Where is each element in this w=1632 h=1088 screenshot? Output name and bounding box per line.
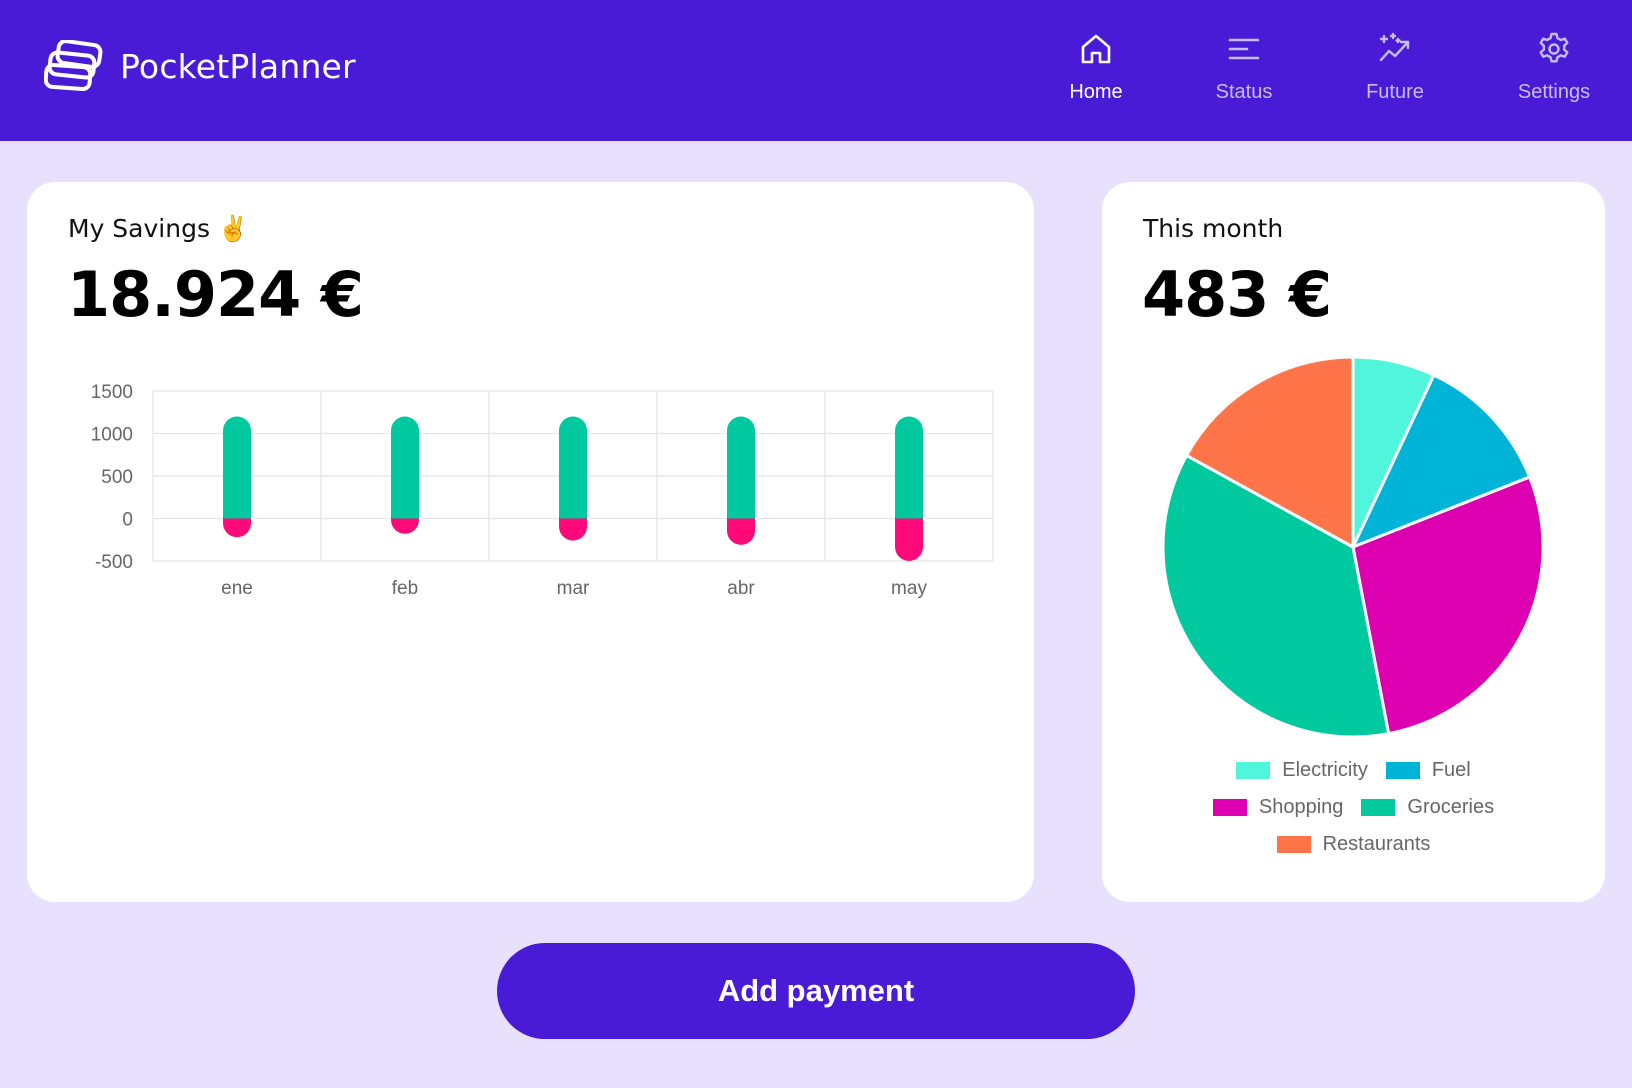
month-card: This month 483 € Electricity Fuel Shopping…	[1102, 182, 1605, 902]
legend-swatch	[1276, 836, 1311, 853]
bar-expense	[895, 518, 923, 561]
bar-income	[895, 416, 923, 519]
legend-row: Shopping Groceries	[1102, 789, 1605, 826]
legend-swatch	[1361, 799, 1396, 816]
status-icon	[1228, 38, 1260, 60]
legend-swatch	[1236, 762, 1271, 779]
legend-item[interactable]: Shopping	[1212, 796, 1344, 819]
legend-label: Shopping	[1258, 796, 1344, 818]
main-nav: Home Status Future Settings	[0, 30, 1632, 120]
legend-item[interactable]: Fuel	[1385, 759, 1471, 782]
legend-label: Restaurants	[1322, 833, 1431, 855]
x-tick-label: abr	[727, 578, 755, 599]
top-bar: PocketPlanner Home Status Future Setting…	[0, 0, 1632, 141]
bar-expense	[559, 518, 587, 541]
bar-expense	[223, 518, 251, 538]
legend-item[interactable]: Groceries	[1361, 796, 1494, 819]
bar-expense	[727, 518, 755, 545]
nav-status-label: Status	[1215, 81, 1273, 103]
gear-icon	[1539, 32, 1569, 63]
bar-income	[391, 416, 419, 519]
legend-swatch	[1212, 799, 1247, 816]
y-tick-label: 500	[101, 467, 133, 488]
nav-status[interactable]: Status	[1169, 30, 1319, 120]
legend-row: Restaurants	[1102, 826, 1605, 863]
bar-income	[223, 416, 251, 519]
y-tick-label: 0	[122, 510, 133, 531]
y-tick-label: 1000	[91, 425, 133, 446]
bar-expense	[391, 518, 419, 534]
future-icon	[1379, 32, 1410, 62]
legend-label: Groceries	[1407, 796, 1495, 818]
legend-item[interactable]: Restaurants	[1276, 833, 1431, 856]
expenses-pie-chart	[1161, 355, 1545, 739]
savings-card: My Savings ✌️ 18.924 € 1500 1000 500 0 -500 e…	[27, 182, 1034, 902]
x-tick-label: feb	[392, 578, 418, 599]
legend-swatch	[1385, 762, 1420, 779]
x-tick-label: mar	[557, 578, 590, 599]
nav-settings-label: Settings	[1517, 81, 1591, 103]
pie-legend: Electricity Fuel Shopping Groceries Restaura…	[1102, 752, 1605, 863]
home-icon	[1081, 34, 1111, 64]
y-tick-label: -500	[95, 552, 133, 573]
x-tick-label: may	[891, 578, 927, 599]
add-payment-button[interactable]: Add payment	[497, 943, 1135, 1039]
x-tick-label: ene	[221, 578, 253, 599]
savings-bar-chart: 1500 1000 500 0 -500 ene feb mar abr may	[91, 382, 994, 599]
nav-home-label: Home	[1069, 81, 1123, 103]
legend-label: Electricity	[1282, 759, 1368, 781]
nav-future[interactable]: Future	[1320, 30, 1470, 120]
legend-label: Fuel	[1431, 759, 1471, 781]
bar-income	[727, 416, 755, 519]
bar-income	[559, 416, 587, 519]
y-tick-label: 1500	[91, 382, 133, 403]
nav-home[interactable]: Home	[1021, 30, 1171, 120]
legend-item[interactable]: Electricity	[1236, 759, 1368, 782]
nav-settings[interactable]: Settings	[1479, 30, 1629, 120]
nav-future-label: Future	[1366, 81, 1424, 103]
legend-row: Electricity Fuel	[1102, 752, 1605, 789]
